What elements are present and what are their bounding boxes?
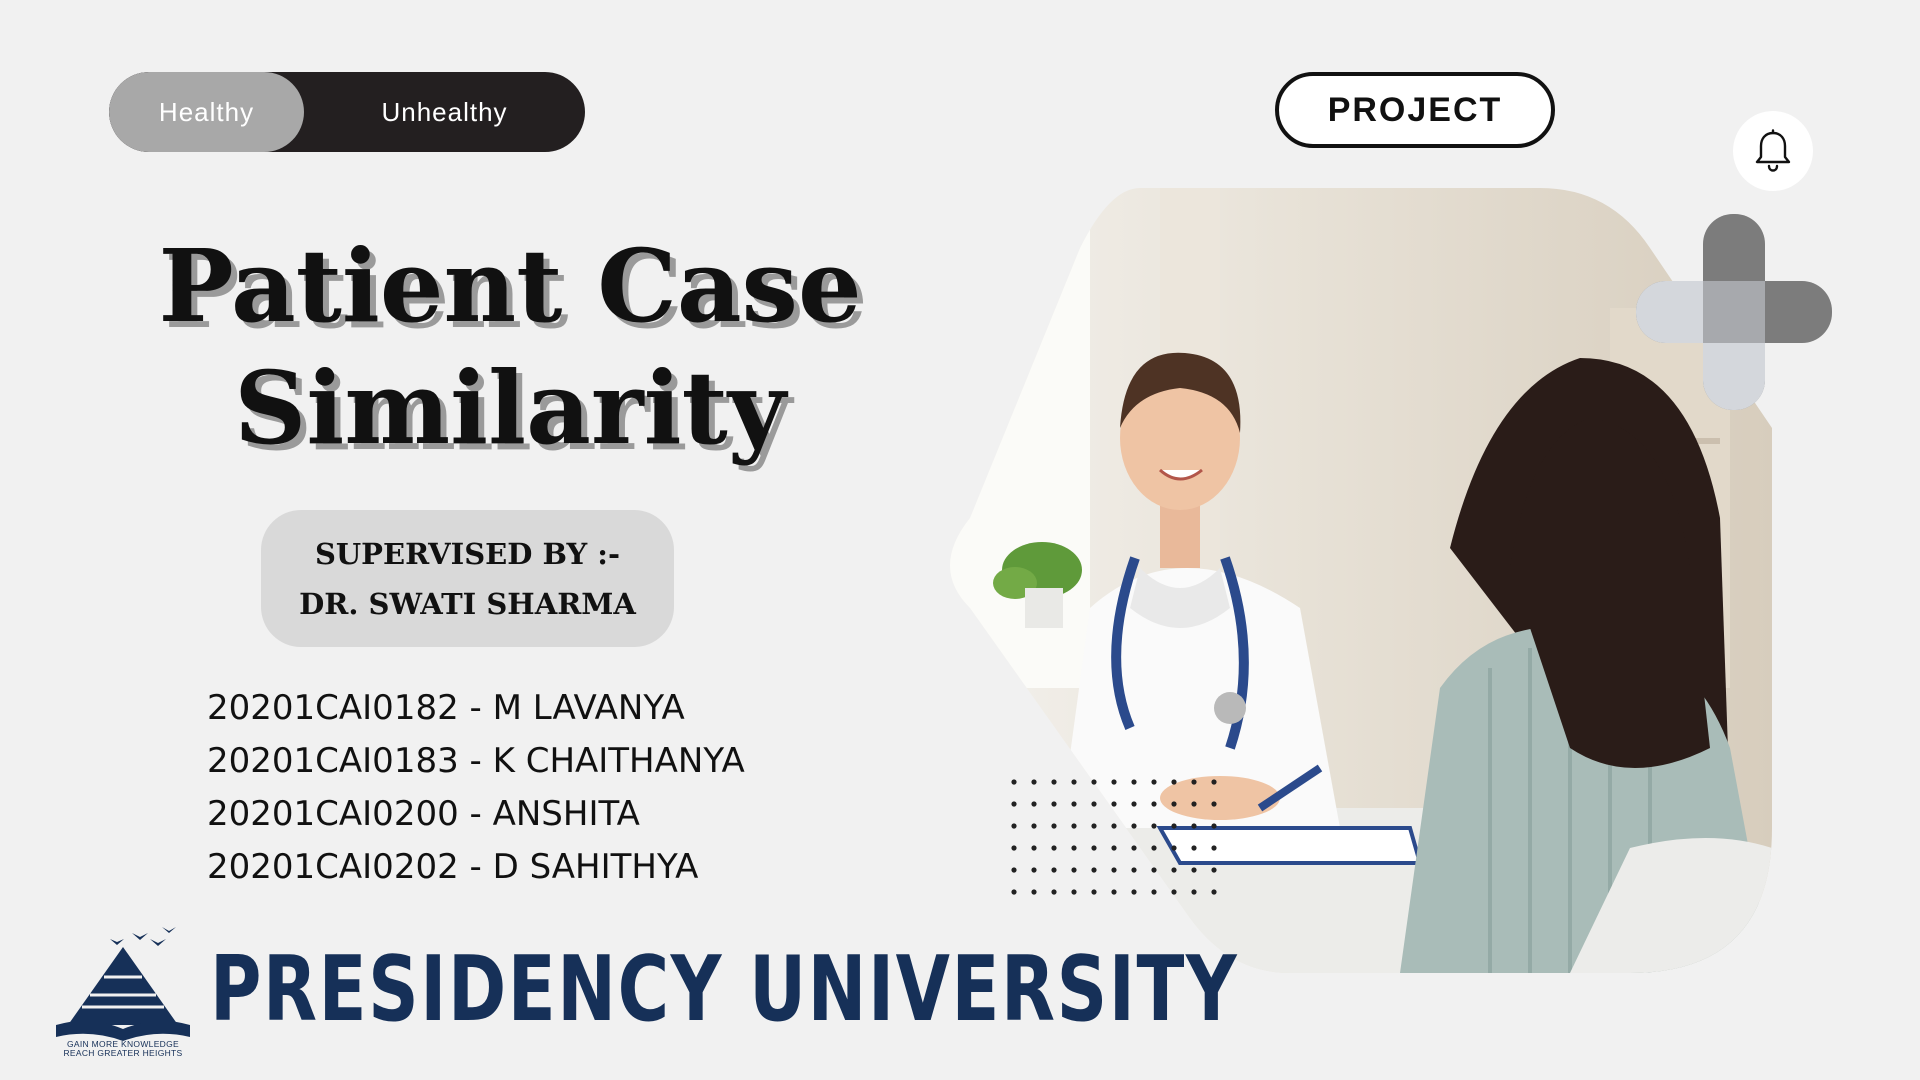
pattern-dot: [1091, 823, 1097, 829]
pattern-dot: [1031, 889, 1037, 895]
pattern-dot: [1171, 867, 1177, 873]
pattern-dot: [1091, 801, 1097, 807]
supervisor-box: SUPERVISED BY :- DR. SWATI SHARMA: [261, 510, 674, 647]
pattern-dot: [1171, 823, 1177, 829]
toggle-option-healthy[interactable]: Healthy: [109, 72, 304, 152]
page-title: Patient Case Similarity: [150, 225, 870, 469]
pattern-dot: [1191, 801, 1197, 807]
supervisor-name: DR. SWATI SHARMA: [299, 586, 636, 621]
pattern-dot: [1171, 779, 1177, 785]
pattern-dot: [1151, 801, 1157, 807]
pattern-dot: [1051, 889, 1057, 895]
pattern-dot: [1031, 867, 1037, 873]
pattern-dot: [1151, 823, 1157, 829]
university-logo: [56, 927, 190, 1041]
pattern-dot: [1051, 779, 1057, 785]
pattern-dot: [1131, 845, 1137, 851]
pattern-dot: [1011, 889, 1017, 895]
list-item: 20201CAI0182 - M LAVANYA: [207, 688, 685, 728]
pattern-dot: [1071, 779, 1077, 785]
pattern-dot: [1131, 823, 1137, 829]
list-item: 20201CAI0202 - D SAHITHYA: [207, 847, 699, 887]
pattern-dot: [1191, 867, 1197, 873]
pattern-dot: [1071, 801, 1077, 807]
pattern-dot: [1151, 779, 1157, 785]
pattern-dot: [1051, 845, 1057, 851]
health-toggle[interactable]: Healthy Unhealthy: [109, 72, 585, 152]
pattern-dot: [1171, 889, 1177, 895]
logo-tagline: GAIN MORE KNOWLEDGE REACH GREATER HEIGHT…: [50, 1040, 196, 1058]
pattern-dot: [1151, 867, 1157, 873]
pattern-dot: [1071, 823, 1077, 829]
list-item: 20201CAI0200 - ANSHITA: [207, 794, 640, 834]
supervisor-label: SUPERVISED BY :-: [314, 536, 621, 571]
pattern-dot: [1091, 889, 1097, 895]
bell-icon: [1755, 129, 1791, 172]
pattern-dot: [1051, 867, 1057, 873]
pattern-dot: [1191, 779, 1197, 785]
pattern-dot: [1211, 779, 1217, 785]
pattern-dot: [1091, 779, 1097, 785]
pattern-dot: [1111, 801, 1117, 807]
logo-tagline-line-2: REACH GREATER HEIGHTS: [63, 1048, 183, 1058]
pattern-dot: [1051, 823, 1057, 829]
pattern-dot: [1011, 845, 1017, 851]
pattern-dot: [1171, 845, 1177, 851]
pattern-dot: [1071, 845, 1077, 851]
pattern-dot: [1091, 867, 1097, 873]
pattern-dot: [1151, 889, 1157, 895]
pattern-dot: [1171, 801, 1177, 807]
pattern-dot: [1211, 867, 1217, 873]
project-badge[interactable]: PROJECT: [1275, 72, 1555, 148]
pattern-dot: [1091, 845, 1097, 851]
pattern-dot: [1211, 889, 1217, 895]
pattern-dot: [1111, 889, 1117, 895]
notification-button[interactable]: [1733, 111, 1813, 191]
university-name: PRESIDENCY UNIVERSITY: [210, 937, 1239, 1042]
pattern-dot: [1031, 845, 1037, 851]
toggle-option-unhealthy[interactable]: Unhealthy: [304, 72, 585, 152]
pattern-dot: [1191, 823, 1197, 829]
pattern-dot: [1071, 867, 1077, 873]
pattern-dot: [1191, 845, 1197, 851]
pattern-dot: [1131, 867, 1137, 873]
pattern-dot: [1031, 823, 1037, 829]
plus-icon: [1636, 214, 1832, 410]
pattern-dot: [1111, 823, 1117, 829]
pattern-dot: [1011, 779, 1017, 785]
pattern-dot: [1131, 801, 1137, 807]
pattern-dot: [1051, 801, 1057, 807]
pattern-dot: [1131, 779, 1137, 785]
pattern-dot: [1111, 779, 1117, 785]
pattern-dot: [1031, 779, 1037, 785]
pattern-dot: [1011, 867, 1017, 873]
list-item: 20201CAI0183 - K CHAITHANYA: [207, 741, 745, 781]
dot-pattern: [1011, 779, 1217, 895]
pattern-dot: [1111, 845, 1117, 851]
pattern-dot: [1011, 823, 1017, 829]
title-line-2: Similarity: [234, 349, 786, 467]
pattern-dot: [1211, 823, 1217, 829]
pattern-dot: [1011, 801, 1017, 807]
pattern-dot: [1211, 845, 1217, 851]
pattern-dot: [1191, 889, 1197, 895]
pattern-dot: [1151, 845, 1157, 851]
member-list: 20201CAI0182 - M LAVANYA 20201CAI0183 - …: [207, 682, 745, 894]
title-line-1: Patient Case: [158, 227, 862, 345]
pattern-dot: [1111, 867, 1117, 873]
pattern-dot: [1211, 801, 1217, 807]
pattern-dot: [1071, 889, 1077, 895]
pattern-dot: [1031, 801, 1037, 807]
pattern-dot: [1131, 889, 1137, 895]
